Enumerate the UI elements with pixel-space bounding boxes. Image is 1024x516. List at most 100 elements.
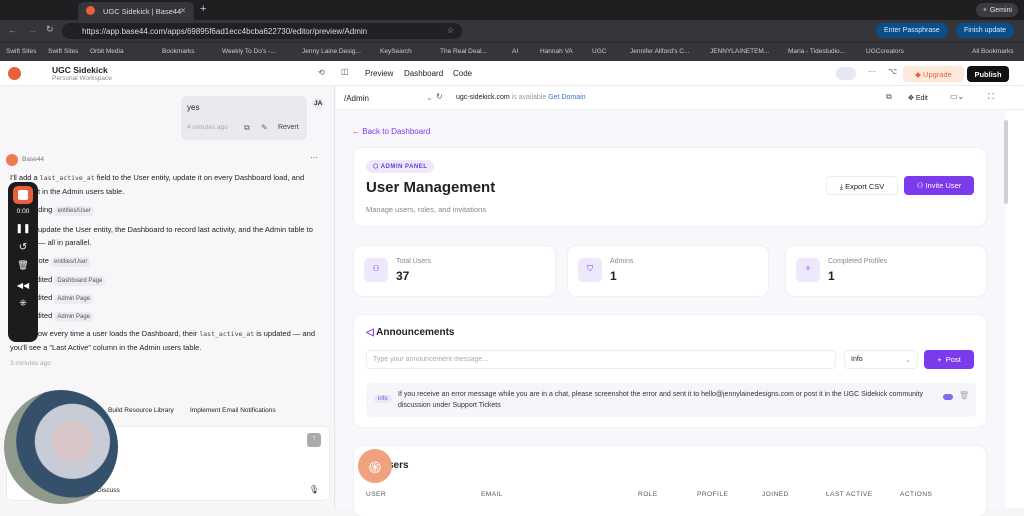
bookmark[interactable]: Jenny Laine Desig... — [302, 48, 361, 55]
github-icon[interactable]: ⌥ — [888, 67, 897, 76]
column-header[interactable]: ROLE — [638, 491, 658, 498]
rewind-icon[interactable]: ◀◀ — [8, 281, 38, 290]
url-input[interactable]: https://app.base44.com/apps/69895f6ad1ec… — [62, 23, 462, 39]
app-name[interactable]: UGC Sidekick — [52, 65, 108, 75]
panel-toggle-icon[interactable]: ◫ — [341, 67, 349, 76]
app-header: UGC Sidekick Personal Workspace ⟲ ◫ Prev… — [0, 61, 1024, 86]
suggestion-chip[interactable]: Build Resource Library — [108, 407, 174, 414]
bookmark[interactable]: Weekly To Do's -... — [222, 48, 276, 55]
bookmark[interactable]: UGC — [592, 48, 606, 55]
announcement-type-badge: info — [374, 395, 392, 403]
bookmark[interactable]: Hannah VA — [540, 48, 573, 55]
message-menu-icon[interactable]: ··· — [310, 153, 318, 162]
announcement-type-select[interactable]: Info ⌄ — [844, 350, 918, 369]
suggestion-chip[interactable]: Implement Email Notifications — [190, 407, 276, 414]
invite-user-button[interactable]: ⚇ Invite User — [904, 176, 974, 195]
webcam-overlay[interactable] — [4, 390, 118, 504]
bookmark[interactable]: Maria - Tidestudio... — [788, 48, 845, 55]
announcement-input[interactable]: Type your announcement message... — [366, 350, 836, 369]
bookmark[interactable]: JENNYLAINETEM... — [710, 48, 769, 55]
user-message: yes 4 minutes ago ⧉ ✎ Revert — [181, 96, 307, 140]
active-toggle[interactable] — [943, 394, 953, 400]
base44-logo — [8, 67, 21, 80]
bookmark[interactable]: The Real Deal... — [440, 48, 487, 55]
stop-recording-button[interactable] — [13, 186, 33, 204]
bookmark[interactable]: Swift Sites — [48, 48, 78, 55]
browser-tab[interactable]: UGC Sidekick | Base44 ✕ — [78, 2, 194, 20]
get-domain-link[interactable]: Get Domain — [548, 94, 585, 101]
more-icon[interactable]: ··· — [868, 67, 876, 76]
browser-tab-bar: UGC Sidekick | Base44 ✕ + ✦ Gemini — [0, 0, 1024, 20]
column-header[interactable]: JOINED — [762, 491, 789, 498]
bookmark[interactable]: AI — [512, 48, 518, 55]
route-select[interactable]: /Admin — [344, 94, 369, 103]
bookmark[interactable]: Jennifer Allford's C... — [630, 48, 689, 55]
tab-code[interactable]: Code — [453, 69, 472, 78]
bookmarks-bar: Swift Sites Swift Sites Orbit Media Book… — [0, 42, 1024, 61]
forward-icon[interactable]: → — [28, 25, 37, 35]
step-item: dited Admin Page — [36, 293, 94, 304]
step-chip[interactable]: entities/User — [54, 206, 94, 216]
step-chip[interactable]: Admin Page — [54, 294, 94, 304]
microphone-icon[interactable]: 🎙 — [309, 485, 319, 494]
bookmark[interactable]: Orbit Media — [90, 48, 124, 55]
revert-button[interactable]: Revert — [278, 124, 299, 131]
bookmark[interactable]: All Bookmarks — [972, 48, 1014, 55]
announcements-title: ◁ Announcements — [366, 327, 455, 338]
trash-icon[interactable]: 🗑 — [8, 260, 38, 271]
fullscreen-icon[interactable]: ⛶ — [988, 92, 994, 102]
page-title: User Management — [366, 179, 496, 196]
step-chip[interactable]: Admin Page — [54, 312, 94, 322]
history-icon[interactable]: ⟲ — [318, 68, 325, 77]
bookmark[interactable]: Bookmarks — [162, 48, 195, 55]
send-button[interactable]: ↑ — [307, 433, 321, 447]
stat-card-admins: ⛉ Admins 1 — [568, 246, 768, 296]
bookmark[interactable]: UGCcreators — [866, 48, 904, 55]
step-item: dited Admin Page — [36, 311, 94, 322]
edit-button[interactable]: ✥ Edit — [908, 94, 928, 102]
star-icon[interactable]: ☆ — [447, 26, 454, 35]
column-header[interactable]: EMAIL — [481, 491, 503, 498]
edit-icon[interactable]: ✎ — [261, 123, 268, 132]
step-item: ading entities/User — [34, 205, 94, 216]
back-to-dashboard-link[interactable]: ← Back to Dashboard — [352, 127, 430, 136]
fingerprint-icon[interactable]: ֍ — [358, 449, 392, 483]
open-external-icon[interactable]: ⧉ — [886, 92, 892, 102]
announcements-card: ◁ Announcements Type your announcement m… — [354, 315, 986, 427]
refresh-icon[interactable]: ↻ — [436, 92, 443, 101]
column-header[interactable]: ACTIONS — [900, 491, 932, 498]
grid-icon[interactable]: ⁜ — [8, 298, 38, 309]
scrollbar[interactable] — [1004, 120, 1008, 204]
device-select-icon[interactable]: ▭⌄ — [950, 92, 964, 101]
back-icon[interactable]: ← — [8, 25, 17, 35]
new-tab-icon[interactable]: + — [200, 3, 206, 15]
enter-passphrase-button[interactable]: Enter Passphrase — [876, 23, 948, 38]
publish-button[interactable]: Publish — [967, 66, 1009, 82]
close-tab-icon[interactable]: ✕ — [180, 6, 186, 15]
tab-dashboard[interactable]: Dashboard — [404, 69, 443, 78]
bookmark[interactable]: KeySearch — [380, 48, 412, 55]
trash-icon[interactable]: 🗑 — [959, 391, 969, 400]
column-header[interactable]: PROFILE — [697, 491, 728, 498]
reload-icon[interactable]: ↻ — [46, 24, 54, 35]
finish-update-button[interactable]: Finish update — [956, 23, 1015, 38]
step-chip[interactable]: Dashboard Page — [54, 276, 106, 286]
upgrade-button[interactable]: ◆ Upgrade — [903, 66, 964, 82]
collaborators-avatar[interactable] — [836, 67, 856, 80]
restart-icon[interactable]: ↺ — [8, 242, 38, 253]
gemini-button[interactable]: ✦ Gemini — [976, 3, 1018, 17]
column-header[interactable]: LAST ACTIVE — [826, 491, 873, 498]
export-csv-button[interactable]: ⤓ Export CSV — [826, 176, 898, 195]
column-header[interactable]: USER — [366, 491, 386, 498]
stat-card-completed-profiles: ✧ Completed Profiles 1 — [786, 246, 986, 296]
header-card: ⬡ ADMIN PANEL User Management Manage use… — [354, 148, 986, 226]
announcement-item: info If you receive an error message whi… — [366, 383, 976, 417]
step-chip[interactable]: entities/User — [51, 257, 91, 267]
bot-avatar — [6, 154, 18, 166]
post-button[interactable]: + Post — [924, 350, 974, 369]
page-subtitle: Manage users, roles, and invitations — [366, 205, 487, 214]
pause-icon[interactable]: ❚❚ — [8, 223, 38, 234]
tab-preview[interactable]: Preview — [365, 69, 393, 78]
bookmark[interactable]: Swift Sites — [6, 48, 36, 55]
copy-icon[interactable]: ⧉ — [244, 123, 250, 133]
